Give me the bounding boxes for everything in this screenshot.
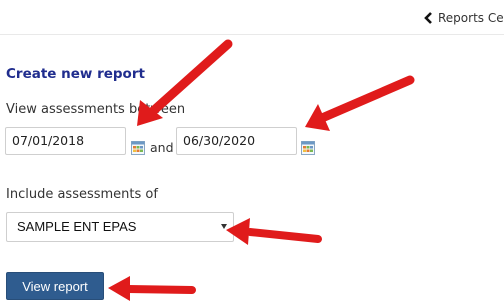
red-arrow-icon: [305, 75, 415, 131]
annotation-arrows: [108, 39, 415, 301]
red-arrow-icon: [226, 218, 322, 245]
red-arrow-icon: [108, 276, 196, 301]
red-arrow-icon: [137, 39, 233, 126]
